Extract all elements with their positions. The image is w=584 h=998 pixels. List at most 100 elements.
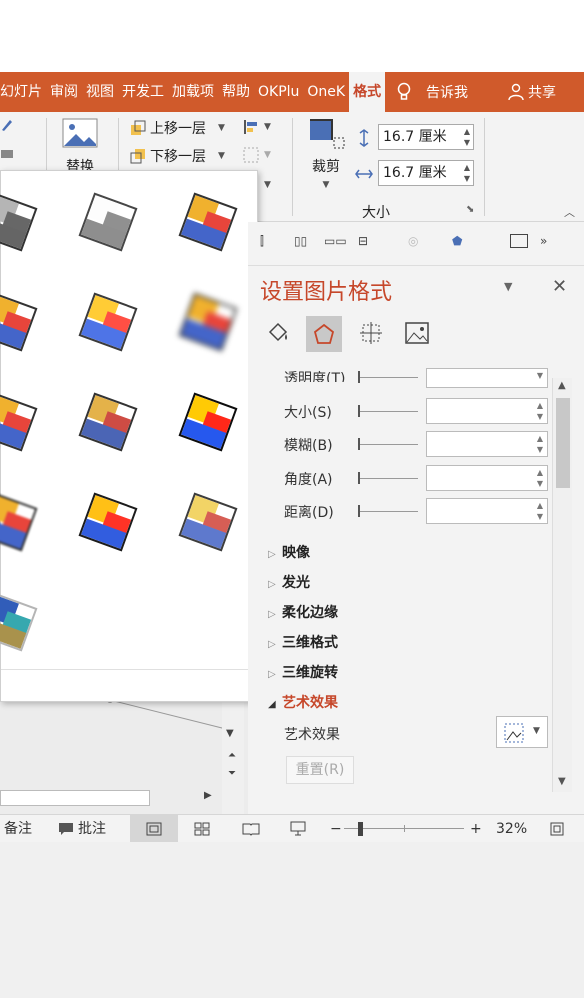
fill-line-icon[interactable] [266, 320, 292, 346]
align-middle-icon[interactable]: ▭▭ [324, 234, 347, 248]
distance-input[interactable]: ▲ ▼ [426, 498, 548, 524]
width-input[interactable]: 16.7 厘米 ▲ ▼ [378, 160, 474, 186]
angle-slider[interactable] [358, 472, 418, 484]
effect-watercolor[interactable] [78, 392, 138, 452]
tell-me[interactable]: 告诉我 [396, 72, 468, 112]
slide-sorter-icon[interactable] [194, 822, 210, 836]
chevron-down-icon[interactable]: ▼ [533, 726, 540, 736]
chevron-down-icon[interactable]: ▼ [218, 123, 225, 133]
effect-paint-strokes[interactable] [78, 292, 138, 352]
size-properties-icon[interactable] [358, 320, 384, 346]
art-effects-dropdown[interactable]: ▼ [496, 716, 548, 748]
prev-slide-icon[interactable]: ⏶ [228, 750, 236, 761]
comments-button[interactable]: 批注 [78, 815, 106, 843]
reset-button[interactable]: 重置(R) [286, 756, 354, 784]
chevron-down-icon[interactable]: ▼ [218, 151, 225, 161]
effect-chalk-sketch[interactable] [0, 292, 38, 352]
spin-arrows-icon[interactable]: ▲ ▼ [537, 467, 543, 489]
pane-scrollbar[interactable]: ▲ ▼ [552, 378, 572, 792]
zoom-in-icon[interactable]: + [470, 815, 482, 843]
spin-arrows-icon[interactable]: ▲ ▼ [464, 126, 470, 148]
spin-arrows-icon[interactable]: ▲ ▼ [537, 433, 543, 455]
chevron-down-icon[interactable]: ▼ [323, 180, 330, 190]
blur-input[interactable]: ▲ ▼ [426, 431, 548, 457]
reading-view-icon[interactable] [242, 822, 260, 836]
scroll-down-icon[interactable]: ▼ [226, 728, 234, 739]
effect-plastic-wrap[interactable] [178, 492, 238, 552]
transparency-input[interactable]: ▼ [426, 368, 548, 388]
scroll-down-icon[interactable]: ▼ [558, 776, 566, 787]
section-glow[interactable]: ▷ 发光 [268, 572, 310, 592]
effect-cutout[interactable] [78, 492, 138, 552]
pane-options-icon[interactable]: ▼ [504, 280, 512, 293]
tab-okplus[interactable]: OKPlu [254, 72, 303, 112]
bring-forward-button[interactable]: 上移一层 ▼ [130, 118, 225, 138]
transparency-slider[interactable] [358, 371, 418, 383]
tab-help[interactable]: 帮助 [218, 72, 254, 112]
section-3d-rotation[interactable]: ▷ 三维旋转 [268, 662, 338, 682]
section-soft-edges[interactable]: ▷ 柔化边缘 [268, 602, 338, 622]
picture-icon[interactable] [404, 320, 430, 346]
notes-button[interactable]: 备注 [4, 815, 32, 843]
zoom-level[interactable]: 32% [496, 815, 527, 843]
blur-slider[interactable] [358, 438, 418, 450]
section-art-effects[interactable]: ◢ 艺术效果 [268, 692, 338, 712]
scroll-thumb[interactable] [556, 398, 570, 488]
crop-button[interactable]: 裁剪 ▼ [306, 118, 346, 190]
effect-pencil-grayscale[interactable] [0, 192, 38, 252]
group-button[interactable]: ▼ [242, 146, 271, 164]
tab-slideshow[interactable]: 幻灯片 [0, 72, 46, 112]
effect-blur[interactable] [178, 292, 238, 352]
zoom-out-icon[interactable]: − [330, 815, 342, 843]
replace-button[interactable]: 替换 [62, 118, 98, 176]
effect-line-drawing[interactable] [178, 192, 238, 252]
next-slide-icon[interactable]: ⏷ [228, 768, 236, 779]
tab-view[interactable]: 视图 [82, 72, 118, 112]
effect-light-screen[interactable] [0, 392, 38, 452]
size-slider[interactable] [358, 405, 418, 417]
distance-slider[interactable] [358, 505, 418, 517]
align-button[interactable]: ▼ [242, 118, 271, 136]
section-3d-format[interactable]: ▷ 三维格式 [268, 632, 338, 652]
tab-onekey[interactable]: OneK [303, 72, 349, 112]
scroll-right-icon[interactable]: ▶ [204, 790, 212, 801]
section-reflection[interactable]: ▷ 映像 [268, 542, 310, 562]
fit-to-window-icon[interactable] [550, 822, 564, 836]
tab-developer[interactable]: 开发工 [118, 72, 168, 112]
merge-shapes-icon[interactable]: ◎ [408, 234, 418, 248]
align-center-icon[interactable]: ⫿ [260, 234, 264, 249]
zoom-slider-thumb[interactable] [358, 822, 363, 836]
shape-fill-icon[interactable]: ⬟ [452, 234, 462, 248]
scroll-thumb[interactable] [0, 790, 150, 806]
spin-arrows-icon[interactable]: ▲ ▼ [537, 400, 543, 422]
effects-tab[interactable] [306, 316, 342, 352]
share-button[interactable]: 共享 [508, 72, 556, 112]
spin-arrows-icon[interactable]: ▲ ▼ [537, 500, 543, 522]
effect-glow-edges[interactable] [0, 592, 38, 652]
rectangle-icon[interactable] [510, 234, 528, 248]
normal-view-button[interactable] [130, 815, 178, 843]
effect-mosaic[interactable] [178, 392, 238, 452]
angle-input[interactable]: ▲ ▼ [426, 465, 548, 491]
tab-addins[interactable]: 加载项 [168, 72, 218, 112]
close-icon[interactable]: ✕ [552, 276, 567, 297]
collapse-ribbon-icon[interactable]: ︿ [564, 204, 575, 220]
slide-horizontal-scrollbar[interactable]: ▶ [0, 788, 220, 808]
pen-icon[interactable] [0, 118, 14, 132]
size-input[interactable]: ▲ ▼ [426, 398, 548, 424]
eraser-icon[interactable] [0, 148, 14, 160]
scroll-up-icon[interactable]: ▲ [558, 380, 566, 391]
dialog-launcher-icon[interactable]: ⬊ [466, 204, 474, 215]
align-top-icon[interactable]: ⊟ [358, 234, 368, 248]
spin-arrows-icon[interactable]: ▲ ▼ [464, 162, 470, 184]
distribute-icon[interactable]: ▯▯ [294, 234, 307, 248]
slideshow-icon[interactable] [290, 821, 306, 837]
effect-glass[interactable] [0, 492, 38, 552]
effect-pencil-sketch[interactable] [78, 192, 138, 252]
height-input[interactable]: 16.7 厘米 ▲ ▼ [378, 124, 474, 150]
spin-down-icon[interactable]: ▼ [537, 370, 543, 381]
send-backward-button[interactable]: 下移一层 ▼ [130, 146, 225, 166]
more-icon[interactable]: » [540, 234, 547, 248]
tab-review[interactable]: 审阅 [46, 72, 82, 112]
tab-format[interactable]: 格式 [349, 72, 386, 112]
